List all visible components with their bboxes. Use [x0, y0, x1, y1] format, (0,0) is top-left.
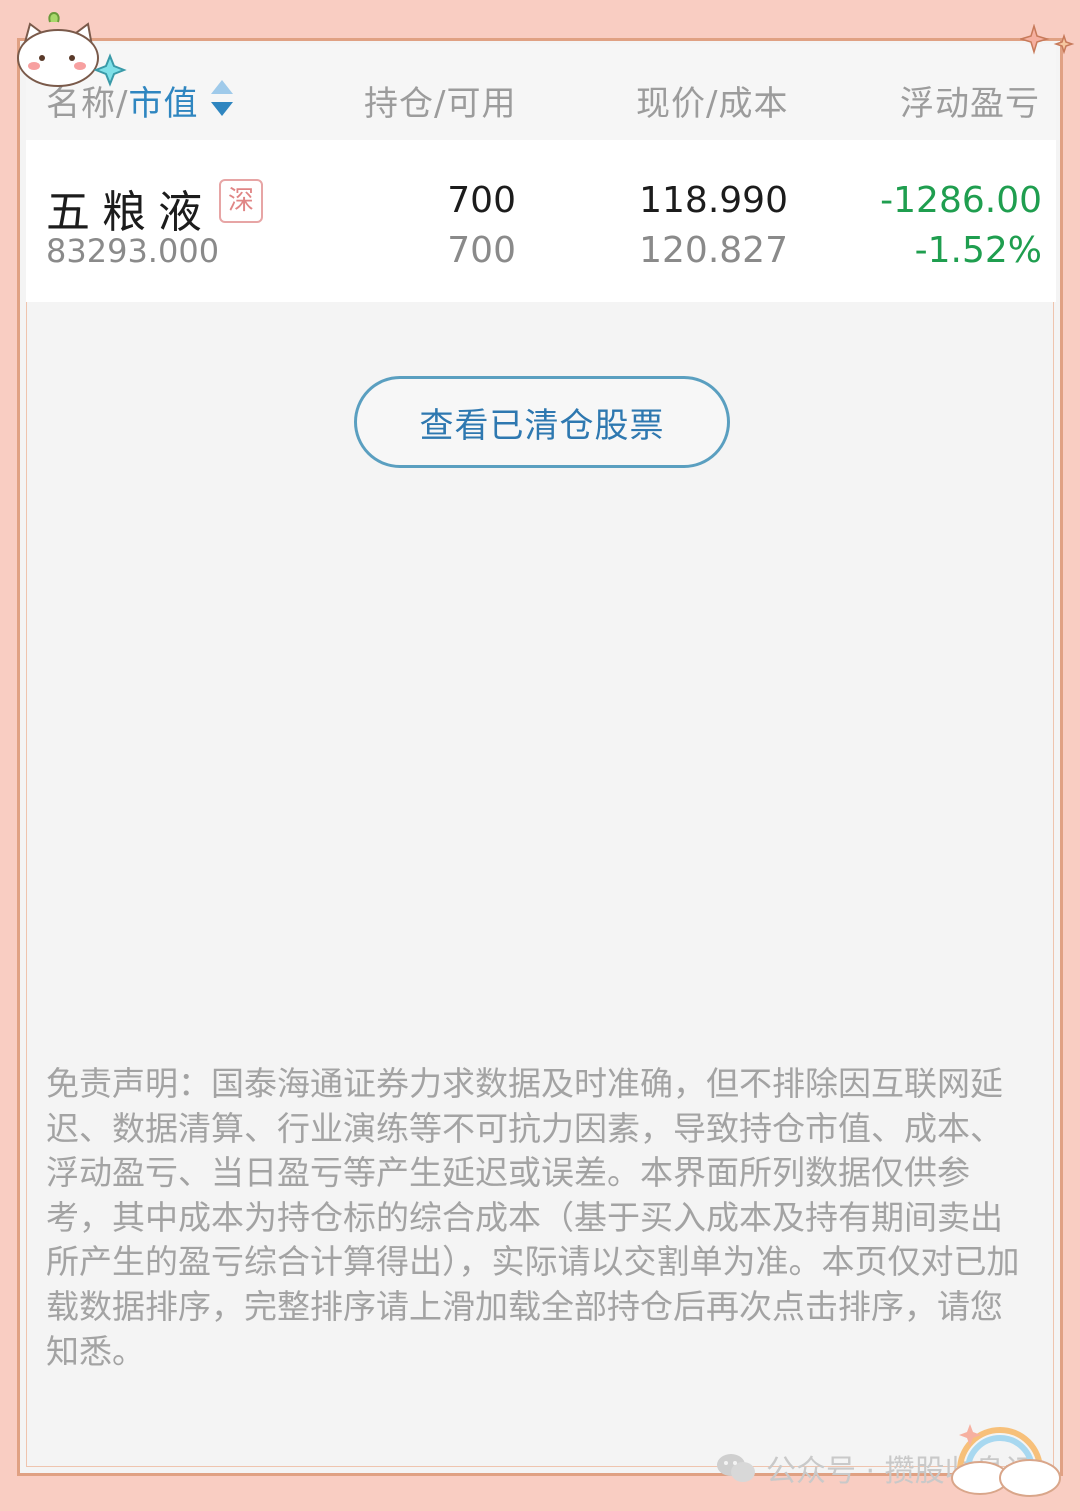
column-pnl[interactable]: 浮动盈亏: [900, 76, 1040, 125]
position-quantity: 700: [447, 180, 516, 221]
exchange-tag: 深: [219, 179, 263, 223]
current-price: 118.990: [639, 180, 788, 221]
star-decoration-icon: [1020, 24, 1075, 55]
sort-icon[interactable]: [209, 78, 235, 118]
cloud-sticker-icon: [951, 1424, 1061, 1497]
pnl-percent: -1.52%: [914, 230, 1042, 271]
view-cleared-stocks-button[interactable]: 查看已清仓股票: [354, 376, 730, 468]
disclaimer-text: 免责声明：国泰海通证券力求数据及时准确，但不排除因互联网延迟、数据清算、行业演练…: [46, 1064, 1020, 1371]
cat-sticker-icon: [17, 12, 127, 87]
pnl-amount: -1286.00: [880, 180, 1042, 221]
column-price[interactable]: 现价/成本: [636, 76, 788, 125]
wechat-icon: [717, 1454, 755, 1482]
stock-name: 五粮液: [46, 187, 214, 238]
cost-price: 120.827: [639, 230, 788, 271]
column-position[interactable]: 持仓/可用: [364, 76, 516, 125]
available-quantity: 700: [447, 230, 516, 271]
market-value: 83293.000: [46, 232, 220, 270]
column-market-value-label[interactable]: 市值: [128, 84, 198, 124]
